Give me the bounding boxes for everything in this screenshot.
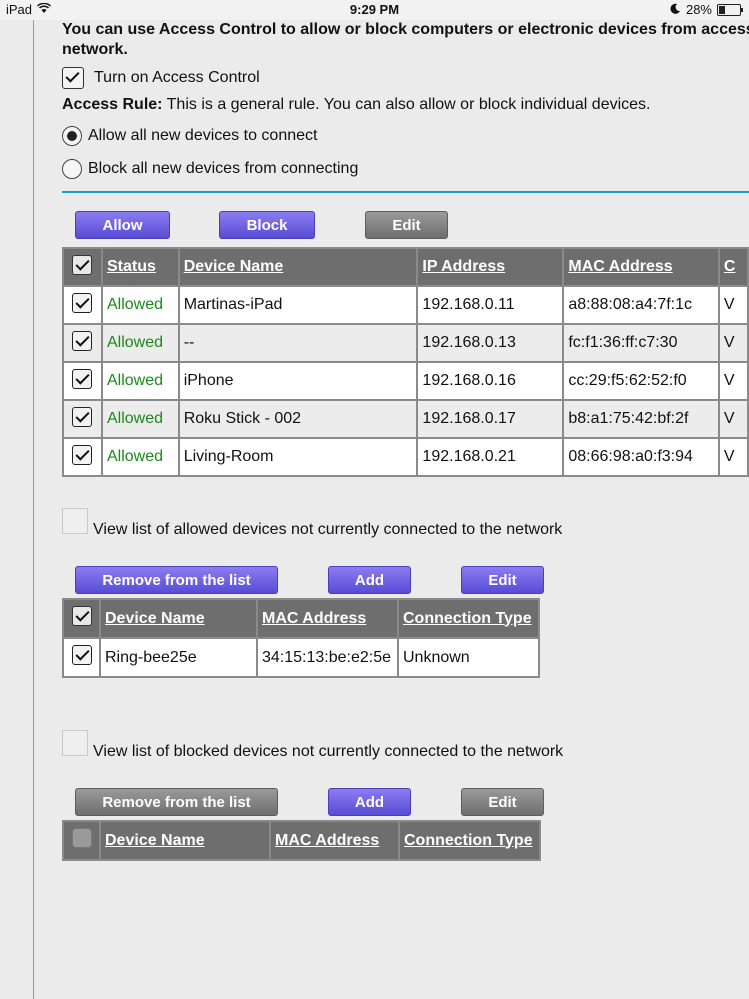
mac-cell: 08:66:98:a0:f3:94	[562, 437, 720, 477]
mac-cell: b8:a1:75:42:bf:2f	[562, 399, 720, 439]
clock: 9:29 PM	[349, 2, 400, 17]
connection-cell: V	[717, 323, 749, 363]
row-checkbox[interactable]	[72, 444, 93, 465]
edit-blocked-button[interactable]: Edit	[461, 788, 544, 816]
table-row[interactable]: Allowed iPhone 192.168.0.16 cc:29:f5:62:…	[62, 361, 749, 401]
ip-cell: 192.168.0.16	[416, 361, 565, 401]
moon-icon	[670, 2, 681, 17]
select-all-checkbox[interactable]	[71, 606, 92, 626]
connection-cell: V	[717, 361, 749, 401]
ip-cell: 192.168.0.21	[416, 437, 565, 477]
table-row[interactable]: Allowed Living-Room 192.168.0.21 08:66:9…	[62, 437, 749, 477]
ip-cell: 192.168.0.13	[416, 323, 565, 363]
devices-table-header: Status Device Name IP Address MAC Addres…	[62, 247, 749, 287]
radio-allow-label: Allow all new devices to connect	[88, 127, 318, 144]
remove-from-blocked-list-button[interactable]: Remove from the list	[75, 788, 278, 816]
col-device-name[interactable]: Device Name	[99, 598, 258, 639]
col-device-name[interactable]: Device Name	[177, 247, 419, 287]
col-mac-address[interactable]: MAC Address	[256, 598, 399, 639]
battery-level	[719, 5, 725, 14]
remove-from-allowed-list-button[interactable]: Remove from the list	[75, 566, 278, 594]
view-allowed-offline-label: View list of allowed devices not current…	[93, 521, 563, 538]
table-row[interactable]: Allowed -- 192.168.0.13 fc:f1:36:ff:c7:3…	[62, 323, 749, 363]
col-status[interactable]: Status	[100, 247, 180, 287]
left-border	[33, 20, 34, 999]
connection-type-cell: Unknown	[397, 637, 540, 678]
radio-allow-row[interactable]: Allow all new devices to connect	[62, 126, 317, 146]
col-connection-type[interactable]: Connection Type	[398, 820, 541, 861]
access-rule-text: This is a general rule. You can also all…	[162, 96, 651, 113]
row-checkbox[interactable]	[72, 368, 93, 389]
connection-cell: V	[717, 285, 749, 325]
edit-button[interactable]: Edit	[365, 211, 448, 239]
blocked-offline-table: Device Name MAC Address Connection Type	[62, 820, 541, 861]
select-all-checkbox[interactable]	[72, 254, 93, 275]
device-name-cell: Living-Room	[177, 437, 419, 477]
status-cell: Allowed	[100, 437, 180, 477]
add-blocked-button[interactable]: Add	[328, 788, 411, 816]
col-mac-address[interactable]: MAC Address	[269, 820, 400, 861]
table-row[interactable]: Allowed Roku Stick - 002 192.168.0.17 b8…	[62, 399, 749, 439]
status-bar: iPad 9:29 PM 28%	[0, 0, 749, 20]
view-allowed-offline-checkbox[interactable]	[62, 508, 88, 534]
mac-cell: cc:29:f5:62:52:f0	[562, 361, 720, 401]
blocked-offline-header: Device Name MAC Address Connection Type	[62, 820, 541, 861]
device-name-cell: iPhone	[177, 361, 419, 401]
mac-cell: 34:15:13:be:e2:5e	[256, 637, 399, 678]
access-rule-label: Access Rule:	[62, 96, 163, 113]
battery-icon	[717, 3, 743, 16]
section-divider	[62, 191, 749, 193]
status-cell: Allowed	[100, 285, 180, 325]
connection-cell: V	[717, 437, 749, 477]
col-device-name[interactable]: Device Name	[99, 820, 271, 861]
mac-cell: a8:88:08:a4:7f:1c	[562, 285, 720, 325]
status-cell: Allowed	[100, 399, 180, 439]
select-all-checkbox[interactable]	[71, 828, 92, 848]
col-ip-address[interactable]: IP Address	[416, 247, 565, 287]
select-all-cell[interactable]	[62, 598, 101, 639]
edit-allowed-button[interactable]: Edit	[461, 566, 544, 594]
allow-button[interactable]: Allow	[75, 211, 170, 239]
status-cell: Allowed	[100, 323, 180, 363]
table-row[interactable]: Allowed Martinas-iPad 192.168.0.11 a8:88…	[62, 285, 749, 325]
device-name-cell: --	[177, 323, 419, 363]
connection-cell: V	[717, 399, 749, 439]
view-allowed-offline-row[interactable]: View list of allowed devices not current…	[62, 503, 562, 539]
devices-table: Status Device Name IP Address MAC Addres…	[62, 247, 749, 477]
access-rule: Access Rule: This is a general rule. You…	[62, 96, 650, 114]
add-allowed-button[interactable]: Add	[328, 566, 411, 594]
radio-allow-new[interactable]	[62, 126, 82, 146]
device-name-cell: Ring-bee25e	[99, 637, 258, 678]
mac-cell: fc:f1:36:ff:c7:30	[562, 323, 720, 363]
device-name-cell: Martinas-iPad	[177, 285, 419, 325]
battery-percent: 28%	[685, 2, 712, 17]
radio-block-new[interactable]	[62, 159, 82, 179]
allowed-offline-header: Device Name MAC Address Connection Type	[62, 598, 540, 639]
radio-block-label: Block all new devices from connecting	[88, 160, 359, 177]
col-connection-type[interactable]: Connection Type	[397, 598, 540, 639]
view-blocked-offline-label: View list of blocked devices not current…	[93, 743, 564, 760]
page-heading: You can use Access Control to allow or b…	[62, 21, 749, 58]
col-mac-address[interactable]: MAC Address	[562, 247, 720, 287]
status-cell: Allowed	[100, 361, 180, 401]
turn-on-label: Turn on Access Control	[94, 69, 260, 86]
access-control-toggle-row[interactable]: Turn on Access Control	[62, 67, 260, 89]
ip-cell: 192.168.0.17	[416, 399, 565, 439]
select-all-cell[interactable]	[62, 820, 101, 861]
table-row[interactable]: Ring-bee25e 34:15:13:be:e2:5e Unknown	[62, 637, 540, 678]
row-checkbox[interactable]	[71, 645, 92, 665]
view-blocked-offline-checkbox[interactable]	[62, 730, 88, 756]
radio-block-row[interactable]: Block all new devices from connecting	[62, 159, 358, 179]
row-checkbox[interactable]	[72, 292, 93, 313]
row-checkbox[interactable]	[72, 406, 93, 427]
block-button[interactable]: Block	[219, 211, 315, 239]
device-name-cell: Roku Stick - 002	[177, 399, 419, 439]
col-connection[interactable]: C	[717, 247, 749, 287]
select-all-cell[interactable]	[62, 247, 103, 287]
ip-cell: 192.168.0.11	[416, 285, 565, 325]
allowed-offline-table: Device Name MAC Address Connection Type …	[62, 598, 540, 678]
view-blocked-offline-row[interactable]: View list of blocked devices not current…	[62, 725, 563, 761]
access-control-checkbox[interactable]	[62, 67, 84, 89]
row-checkbox[interactable]	[72, 330, 93, 351]
